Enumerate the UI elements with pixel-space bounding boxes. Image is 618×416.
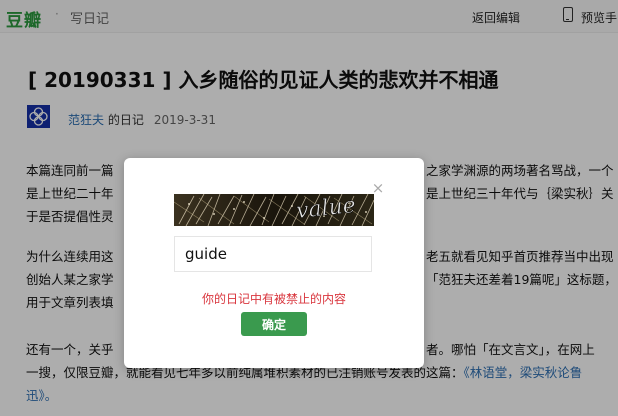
error-message: 你的日记中有被禁止的内容 [201,292,346,306]
captcha-input[interactable] [174,236,372,272]
captcha-image[interactable]: value [174,194,374,226]
captcha-dialog: × value guide 你的日记中有被禁止的内容 确定 [124,158,424,368]
confirm-button[interactable]: 确定 [241,312,307,336]
